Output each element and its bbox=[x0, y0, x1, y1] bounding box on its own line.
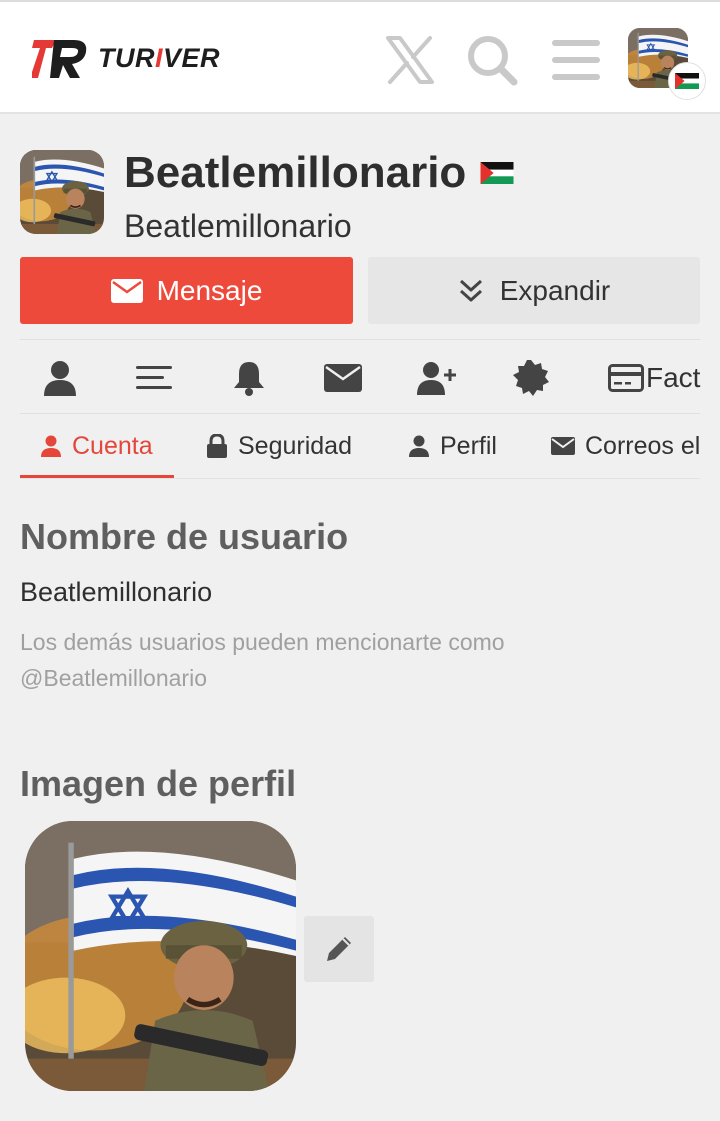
pencil-icon bbox=[327, 937, 351, 961]
chevrons-down-icon bbox=[459, 279, 482, 301]
brand-suffix: VER bbox=[163, 42, 221, 73]
display-name-text: Beatlemillonario bbox=[124, 148, 467, 197]
menu-icon[interactable] bbox=[548, 32, 604, 88]
credit-card-icon bbox=[608, 364, 644, 392]
billing-nav-item[interactable]: Fact bbox=[608, 358, 700, 398]
flag-badge bbox=[668, 62, 706, 100]
palestine-flag-icon bbox=[480, 162, 514, 184]
list-icon[interactable] bbox=[134, 358, 174, 398]
tab-seguridad[interactable]: Seguridad bbox=[206, 414, 352, 478]
message-button[interactable]: Mensaje bbox=[20, 257, 353, 324]
account-tabs: Cuenta Seguridad Perfil Correos el bbox=[0, 414, 720, 478]
profile-avatar[interactable] bbox=[20, 150, 104, 234]
user-icon bbox=[409, 435, 429, 457]
divider bbox=[20, 478, 700, 479]
turiver-wordmark: TURIVER bbox=[98, 43, 220, 74]
edit-avatar-button[interactable] bbox=[304, 916, 374, 982]
profile-username: Beatlemillonario bbox=[124, 208, 352, 244]
user-icon bbox=[41, 435, 61, 457]
envelope-icon[interactable] bbox=[323, 358, 363, 398]
brand-accent: I bbox=[155, 42, 164, 73]
profile-image bbox=[25, 821, 296, 1091]
username-hint-mention: @Beatlemillonario bbox=[20, 665, 207, 691]
username-hint: Los demás usuarios pueden mencionarte co… bbox=[20, 624, 640, 696]
icon-nav: Fact bbox=[0, 340, 720, 413]
tab-label: Correos el bbox=[585, 431, 701, 460]
expand-button[interactable]: Expandir bbox=[368, 257, 700, 324]
top-bar: TURIVER bbox=[0, 0, 720, 114]
message-button-label: Mensaje bbox=[156, 274, 263, 306]
user-plus-icon[interactable] bbox=[417, 358, 457, 398]
envelope-icon bbox=[551, 437, 575, 455]
tab-label: Seguridad bbox=[238, 431, 352, 460]
profile-image-heading: Imagen de perfil bbox=[20, 763, 297, 804]
turiver-logo[interactable]: TURIVER bbox=[32, 34, 220, 82]
lock-icon bbox=[207, 434, 227, 458]
brand-prefix: TUR bbox=[98, 42, 155, 73]
expand-button-label: Expandir bbox=[499, 274, 611, 306]
billing-nav-label: Fact bbox=[646, 362, 701, 393]
user-icon[interactable] bbox=[40, 358, 80, 398]
tab-label: Perfil bbox=[440, 431, 497, 460]
envelope-icon bbox=[110, 278, 143, 303]
tab-perfil[interactable]: Perfil bbox=[408, 414, 497, 478]
bell-icon[interactable] bbox=[229, 358, 269, 398]
x-icon[interactable] bbox=[382, 32, 438, 88]
turiver-logo-mark bbox=[32, 40, 87, 78]
profile-display-name: Beatlemillonario bbox=[124, 148, 514, 198]
tab-correos[interactable]: Correos el bbox=[551, 414, 700, 478]
tab-cuenta[interactable]: Cuenta bbox=[40, 414, 153, 478]
badge-icon[interactable] bbox=[511, 358, 551, 398]
username-heading: Nombre de usuario bbox=[20, 516, 349, 557]
tab-label: Cuenta bbox=[72, 431, 153, 460]
username-hint-line: Los demás usuarios pueden mencionarte co… bbox=[20, 629, 505, 655]
palestine-flag-icon bbox=[675, 73, 699, 89]
username-value: Beatlemillonario bbox=[20, 577, 213, 607]
search-icon[interactable] bbox=[464, 32, 520, 88]
